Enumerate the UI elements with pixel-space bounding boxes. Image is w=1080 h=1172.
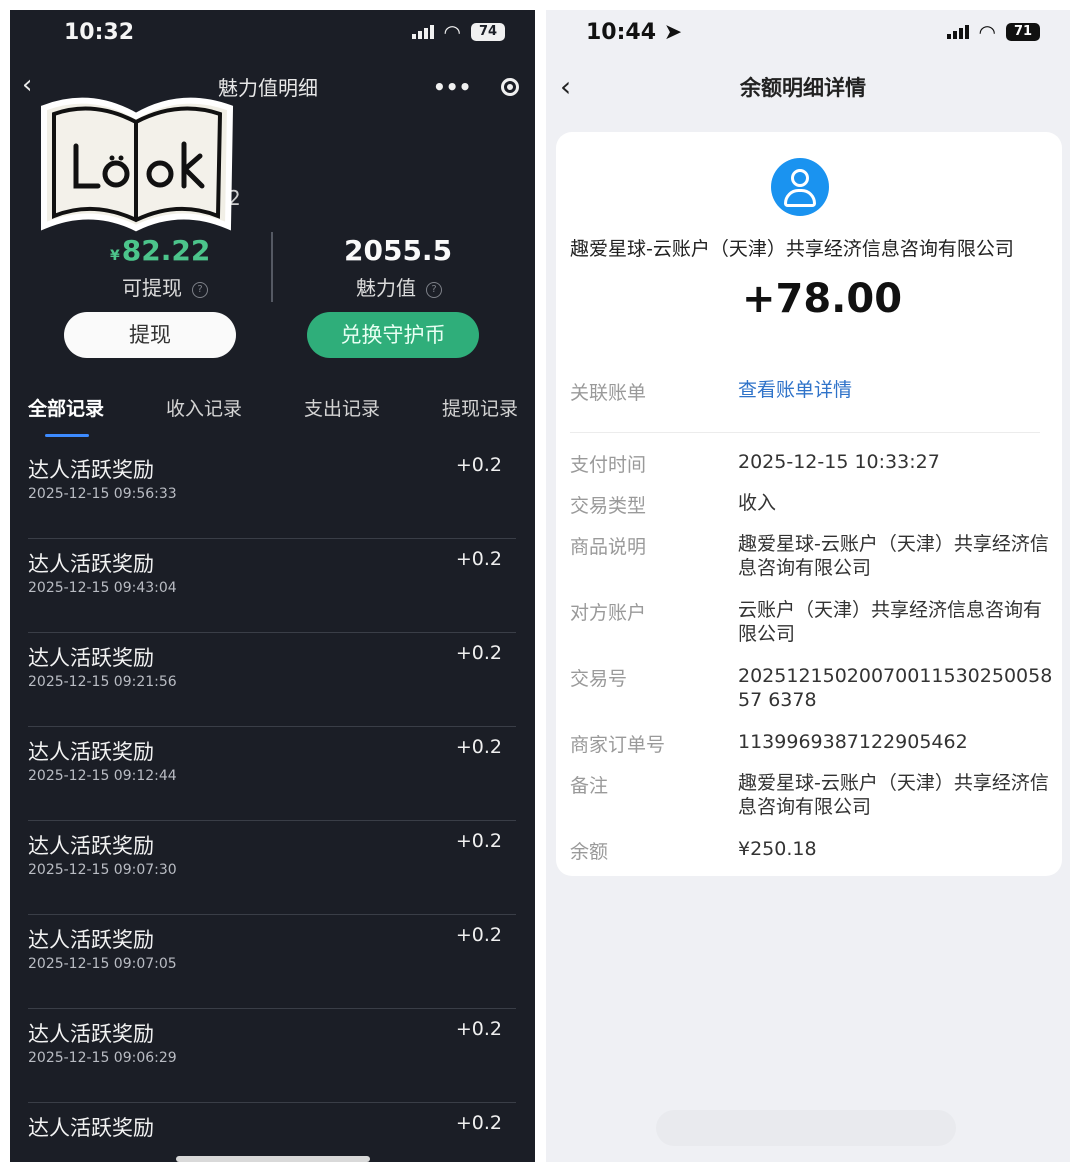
list-item[interactable]: 达人活跃奖励 2025-12-15 09:21:56 +0.2: [28, 632, 516, 727]
close-target-icon[interactable]: [501, 78, 519, 96]
detail-label: 对方账户: [570, 602, 647, 624]
mini-program-capsule[interactable]: •••: [433, 72, 519, 102]
detail-value: 1139969387122905462: [738, 731, 968, 753]
record-tabs: 全部记录 收入记录 支出记录 提现记录: [28, 394, 518, 437]
exchange-coin-button[interactable]: 兑换守护币: [307, 312, 479, 358]
view-bill-link[interactable]: 查看账单详情: [738, 378, 1058, 402]
divider: [570, 432, 1040, 433]
help-icon[interactable]: ?: [192, 281, 208, 298]
charm-label: 魅力值?: [356, 272, 442, 301]
page-title: 余额明细详情: [740, 76, 866, 100]
charm-value: 2055.5: [344, 234, 453, 267]
status-time: 10:32: [64, 20, 135, 45]
signal-icon: [946, 25, 969, 39]
status-bar-icons: ◠ 74: [411, 20, 505, 44]
charm-detail-screen: 10:32 ◠ 74 ‹ 魅力值明细 ••• 2 ¥82.22 可提现? 205…: [10, 10, 535, 1162]
help-icon[interactable]: ?: [426, 281, 442, 298]
status-bar-icons: ◠ 71: [946, 20, 1040, 44]
divider: [271, 232, 273, 302]
detail-label: 支付时间: [570, 454, 647, 476]
tab-income-records[interactable]: 收入记录: [166, 394, 242, 421]
detail-label: 商家订单号: [570, 734, 666, 756]
list-item[interactable]: 达人活跃奖励 2025-12-15 09:06:29 +0.2: [28, 1008, 516, 1103]
detail-label: 余额: [570, 841, 609, 863]
list-item[interactable]: 达人活跃奖励 +0.2: [28, 1102, 516, 1162]
balance-value: ¥250.18: [738, 838, 817, 860]
list-item[interactable]: 达人活跃奖励 2025-12-15 09:56:33 +0.2: [28, 444, 516, 539]
transaction-number: 2025121502007001153025005857 6378: [738, 665, 1053, 711]
bottom-bar: [656, 1110, 956, 1146]
battery-icon: 74: [471, 23, 505, 41]
detail-label: 商品说明: [570, 536, 647, 558]
detail-label: 备注: [570, 775, 609, 797]
list-item[interactable]: 达人活跃奖励 2025-12-15 09:43:04 +0.2: [28, 538, 516, 633]
look-book-sticker: [41, 97, 234, 232]
linked-bill-label: 关联账单: [570, 382, 647, 404]
balance-detail-screen: 10:44 ➤ ◠ 71 ‹ 余额明细详情 趣爱星球-云账户（天津）共享经济信息…: [546, 10, 1070, 1162]
detail-value: 趣爱星球-云账户（天津）共享经济信息咨询有限公司: [738, 772, 1049, 818]
detail-value: 2025-12-15 10:33:27: [738, 451, 940, 473]
detail-value: 云账户（天津）共享经济信息咨询有限公司: [738, 599, 1043, 645]
back-icon[interactable]: ‹: [560, 70, 571, 103]
withdrawable-amount: ¥82.22: [110, 234, 211, 267]
list-item[interactable]: 达人活跃奖励 2025-12-15 09:12:44 +0.2: [28, 726, 516, 821]
tab-withdraw-records[interactable]: 提现记录: [442, 394, 518, 421]
list-item[interactable]: 达人活跃奖励 2025-12-15 09:07:30 +0.2: [28, 820, 516, 915]
merchant-name: 趣爱星球-云账户（天津）共享经济信息咨询有限公司: [570, 238, 1014, 260]
home-indicator[interactable]: [176, 1156, 370, 1162]
detail-value: 收入: [738, 492, 777, 514]
transaction-amount: +78.00: [742, 276, 903, 322]
back-icon[interactable]: ‹: [22, 70, 32, 100]
battery-icon: 71: [1006, 23, 1040, 41]
tab-expense-records[interactable]: 支出记录: [304, 394, 380, 421]
detail-value: 趣爱星球-云账户（天津）共享经济信息咨询有限公司: [738, 533, 1049, 579]
withdraw-button[interactable]: 提现: [64, 312, 236, 358]
user-avatar-icon: [771, 158, 829, 216]
tab-all-records[interactable]: 全部记录: [28, 394, 104, 437]
wifi-icon: ◠: [443, 20, 461, 44]
wifi-icon: ◠: [978, 20, 996, 44]
signal-icon: [411, 25, 434, 39]
withdrawable-label: 可提现?: [122, 272, 208, 301]
status-time: 10:44 ➤: [586, 20, 683, 45]
more-icon[interactable]: •••: [433, 75, 471, 99]
list-item[interactable]: 达人活跃奖励 2025-12-15 09:07:05 +0.2: [28, 914, 516, 1009]
detail-label: 交易类型: [570, 495, 647, 517]
detail-label: 交易号: [570, 668, 628, 690]
